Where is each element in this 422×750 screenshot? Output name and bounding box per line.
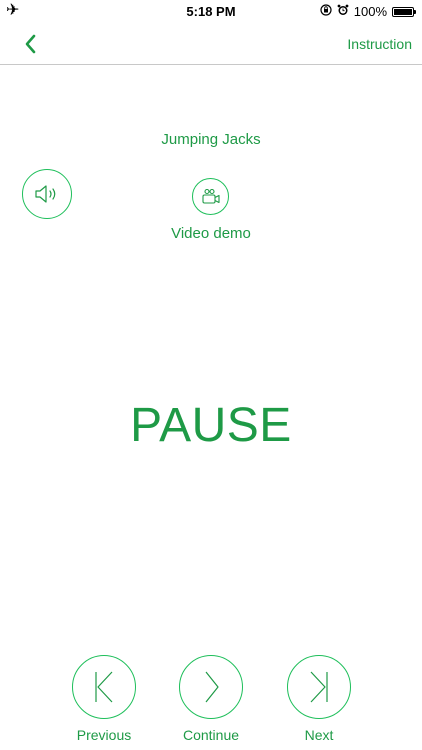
exercise-title: Jumping Jacks xyxy=(161,131,261,148)
pause-label: PAUSE xyxy=(130,399,292,452)
rotation-lock-icon xyxy=(320,4,332,19)
sound-toggle-button[interactable] xyxy=(22,169,72,219)
alarm-icon xyxy=(337,4,349,19)
nav-divider xyxy=(0,64,422,65)
continue-label[interactable]: Continue xyxy=(161,727,261,743)
battery-percent: 100% xyxy=(353,4,387,19)
instruction-link[interactable]: Instruction xyxy=(347,36,412,52)
chevron-left-icon xyxy=(25,34,36,54)
status-right: 100% xyxy=(320,4,416,19)
next-button[interactable] xyxy=(287,655,351,719)
continue-button[interactable] xyxy=(179,655,243,719)
skip-next-icon xyxy=(310,671,328,703)
next-label[interactable]: Next xyxy=(269,727,369,743)
video-demo-button[interactable] xyxy=(192,178,229,215)
previous-label[interactable]: Previous xyxy=(54,727,154,743)
video-demo-label[interactable]: Video demo xyxy=(0,225,422,242)
back-button[interactable] xyxy=(18,30,46,58)
battery-icon xyxy=(392,6,416,17)
status-bar: ✈ 5:18 PM 100% xyxy=(0,0,422,22)
video-camera-icon xyxy=(201,188,220,204)
previous-button[interactable] xyxy=(72,655,136,719)
skip-previous-icon xyxy=(95,671,113,703)
play-chevron-icon xyxy=(205,671,219,703)
speaker-icon xyxy=(35,185,56,203)
